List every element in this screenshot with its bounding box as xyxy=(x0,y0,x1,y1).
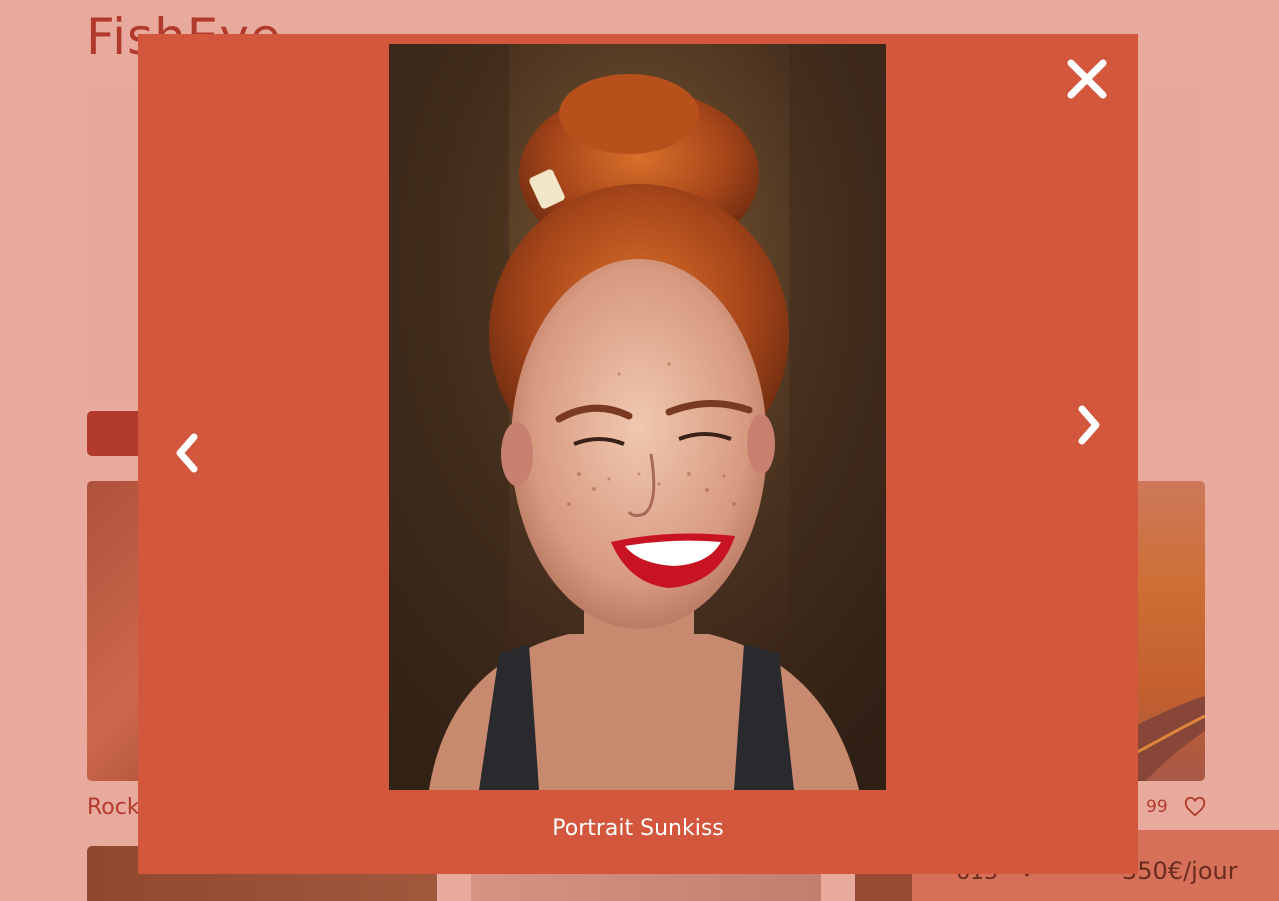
chevron-right-icon xyxy=(1078,405,1100,445)
close-x-icon xyxy=(1067,59,1107,99)
lightbox-image xyxy=(389,44,886,790)
next-media-button[interactable] xyxy=(1068,401,1108,449)
lightbox-caption: Portrait Sunkiss xyxy=(552,816,724,841)
chevron-left-icon xyxy=(176,433,198,473)
lightbox-modal: Portrait Sunkiss xyxy=(138,34,1138,874)
previous-media-button[interactable] xyxy=(168,429,208,477)
portrait-photo xyxy=(389,44,886,790)
close-lightbox-button[interactable] xyxy=(1064,56,1110,102)
